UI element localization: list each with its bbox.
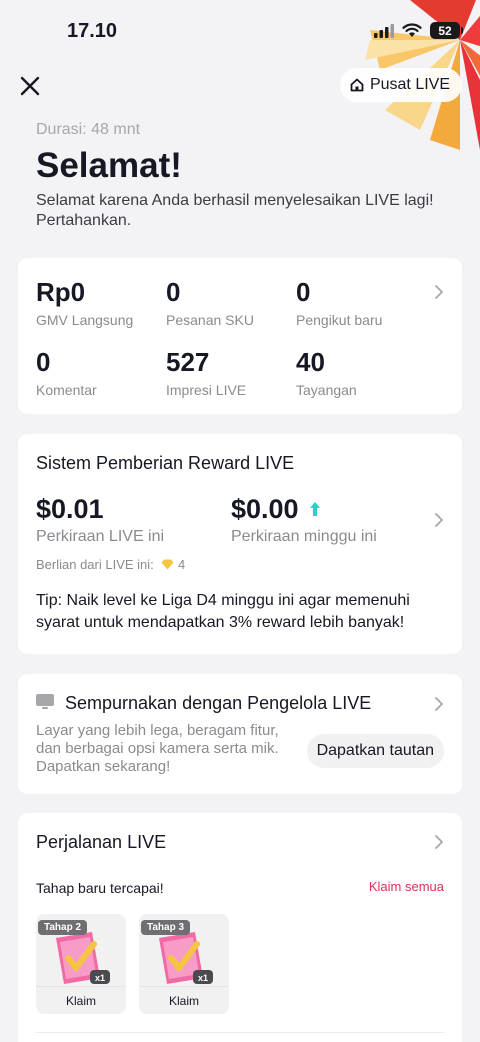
stat-tayangan: 40 Tayangan [296,348,357,398]
stage-claim-button[interactable]: Klaim [36,994,126,1008]
stat-pengikut: 0 Pengikut baru [296,278,382,328]
stat-label: Tayangan [296,382,357,398]
reward-box-icon: x1 [159,932,213,984]
stat-label: Komentar [36,382,97,398]
stage-tag: Tahap 2 [38,920,88,935]
stat-value: 40 [296,347,325,377]
stat-value: 527 [166,347,210,377]
stat-value: 0 [36,347,51,377]
stage-card[interactable]: x1 Tahap 3 Klaim [139,914,229,1014]
reward-week-value: $0.00 [231,494,299,524]
journey-subtitle: Tahap baru tercapai! [36,880,164,896]
get-link-button[interactable]: Dapatkan tautan [306,734,444,768]
stat-komentar: 0 Komentar [36,348,97,398]
journey-title: Perjalanan LIVE [36,832,167,852]
home-icon [350,78,364,92]
stat-impresi: 527 Impresi LIVE [166,348,246,398]
stat-value: 0 [296,277,311,307]
stat-pesanan: 0 Pesanan SKU [166,278,254,328]
stage-count: x1 [198,973,208,983]
page-subtitle: Selamat karena Anda berhasil menyelesaik… [36,192,434,229]
reward-live-label: Perkiraan LIVE ini [36,528,165,545]
chevron-right-icon[interactable] [434,512,444,528]
stage-card[interactable]: x1 Tahap 2 Klaim [36,914,126,1014]
stage-divider [139,986,229,987]
pusat-live-button[interactable]: Pusat LIVE [339,68,462,102]
monitor-icon [36,694,54,709]
section-divider [36,1032,444,1033]
chevron-right-icon[interactable] [434,696,444,712]
reward-title: Sistem Pemberian Reward LIVE [36,453,295,473]
status-icons: 52 [374,22,463,39]
pengelola-title: Sempurnakan dengan Pengelola LIVE [65,693,372,713]
stats-card[interactable]: Rp0 GMV Langsung 0 Pesanan SKU 0 Pengiku… [18,258,462,414]
stage-count: x1 [95,973,105,983]
reward-card[interactable]: Sistem Pemberian Reward LIVE $0.01 Perki… [18,434,462,654]
berlian-count: 4 [178,557,186,572]
reward-tip: Tip: Naik level ke Liga D4 minggu ini ag… [36,592,410,631]
chevron-right-icon[interactable] [434,284,444,300]
pusat-live-label: Pusat LIVE [369,76,450,93]
stage-tag: Tahap 3 [141,920,191,935]
status-bar: 17.10 52 [0,0,480,60]
wifi-icon [402,23,422,37]
status-time: 17.10 [67,20,118,42]
reward-live-value: $0.01 [36,494,104,524]
claim-all-link[interactable]: Klaim semua [369,879,444,894]
arrow-up-icon [310,502,320,516]
reward-box-icon: x1 [56,932,110,984]
battery-indicator: 52 [430,22,463,39]
chevron-right-icon[interactable] [434,834,444,850]
signal-icon [374,23,394,38]
stat-label: Pengikut baru [296,312,383,328]
berlian-label: Berlian dari LIVE ini: [36,557,154,572]
stage-divider [36,986,126,987]
stat-label: Impresi LIVE [166,382,247,398]
close-icon[interactable] [16,72,44,100]
stat-label: Pesanan SKU [166,312,254,328]
page-title: Selamat! [36,146,182,185]
stat-label: GMV Langsung [36,312,134,328]
duration-text: Durasi: 48 mnt [36,121,141,138]
stat-value: 0 [166,277,181,307]
reward-week-label: Perkiraan minggu ini [231,528,377,545]
diamond-icon [161,559,174,570]
stat-value: Rp0 [36,277,86,307]
stage-claim-button[interactable]: Klaim [139,994,229,1008]
berlian-text: Berlian dari LIVE ini: 4 [36,557,185,572]
pengelola-description: Layar yang lebih lega, beragam fitur, da… [36,722,279,775]
journey-card[interactable]: Perjalanan LIVE Tahap baru tercapai! Kla… [18,813,462,1042]
stat-gmv: Rp0 GMV Langsung [36,278,133,328]
pengelola-card[interactable]: Sempurnakan dengan Pengelola LIVE Layar … [18,674,462,794]
